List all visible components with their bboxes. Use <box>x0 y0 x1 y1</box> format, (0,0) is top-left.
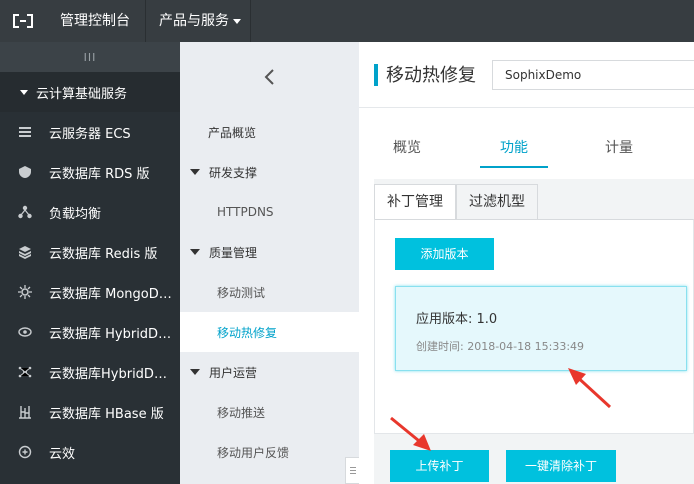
sidebar-item-label: 云数据库 Redis 版 <box>49 246 158 262</box>
subnav-group-label: 研发支撑 <box>209 165 258 180</box>
main-content: 移动热修复 SophixDemo 概览 功能 计量 补丁管理 过滤机型 添加版本… <box>359 42 694 484</box>
subnav-group-dev-support[interactable]: 研发支撑 <box>180 152 359 192</box>
sidebar-item-label: 云服务器 ECS <box>49 126 131 142</box>
sidebar-item-label: 负载均衡 <box>49 206 102 222</box>
caret-down-icon <box>20 89 28 95</box>
title-bar: 移动热修复 SophixDemo <box>359 42 694 108</box>
sidebar: III 云计算基础服务 云服务器 ECS 云数据库 RDS 版 负载均衡 云数据… <box>0 42 180 484</box>
top-bar: 管理控制台 产品与服务 <box>0 0 694 42</box>
sidebar-item-slb[interactable]: 负载均衡 <box>0 192 180 232</box>
sidebar-item-hbase[interactable]: 云数据库 HBase 版 <box>0 392 180 432</box>
yunxiao-icon <box>17 444 33 460</box>
subnav-item-overview[interactable]: 产品概览 <box>180 112 359 152</box>
sidebar-item-label: 云效 <box>49 446 76 462</box>
sidebar-item-label: 云数据库 HBase 版 <box>49 406 164 422</box>
hybriddb-network-icon <box>17 364 33 380</box>
subnav-item-hotfix[interactable]: 移动热修复 <box>180 312 359 352</box>
subnav-item-httpdns[interactable]: HTTPDNS <box>180 192 359 232</box>
tab-features[interactable]: 功能 <box>480 134 548 168</box>
subnav-group-operations[interactable]: 用户运营 <box>180 352 359 392</box>
sidebar-item-label: 云数据库 MongoDB ... <box>49 286 174 302</box>
tab-patch-management[interactable]: 补丁管理 <box>374 184 456 220</box>
load-balancer-icon <box>17 204 33 220</box>
sidebar-item-ecs[interactable]: 云服务器 ECS <box>0 112 180 152</box>
subnav-item-feedback[interactable]: 移动用户反馈 <box>180 432 359 472</box>
product-subnav: 产品概览 研发支撑 HTTPDNS 质量管理 移动测试 移动热修复 用户运营 移… <box>180 42 359 484</box>
tab-filter-models[interactable]: 过滤机型 <box>456 184 538 220</box>
chevron-down-icon <box>233 18 241 24</box>
feature-panel: 补丁管理 过滤机型 添加版本 应用版本: 1.0 创建时间: 2018-04-1… <box>374 179 694 484</box>
function-tabs: 概览 功能 计量 <box>359 134 694 168</box>
mongodb-icon <box>17 284 33 300</box>
sidebar-item-mongodb[interactable]: 云数据库 MongoDB ... <box>0 272 180 312</box>
add-version-button[interactable]: 添加版本 <box>395 238 494 270</box>
caret-down-icon <box>190 169 200 175</box>
database-icon <box>17 164 33 180</box>
chevron-left-icon[interactable] <box>180 42 359 112</box>
sidebar-item-redis[interactable]: 云数据库 Redis 版 <box>0 232 180 272</box>
version-label: 应用版本: 1.0 <box>416 312 498 327</box>
clear-patches-button[interactable]: 一键清除补丁 <box>506 450 616 482</box>
tab-overview[interactable]: 概览 <box>379 134 435 168</box>
sidebar-item-hybriddb-2[interactable]: 云数据库HybridDB f... <box>0 352 180 392</box>
sidebar-section-label: 云计算基础服务 <box>36 86 128 102</box>
sidebar-item-rds[interactable]: 云数据库 RDS 版 <box>0 152 180 192</box>
sidebar-item-hybriddb[interactable]: 云数据库 HybridDB f... <box>0 312 180 352</box>
upload-patch-button[interactable]: 上传补丁 <box>390 450 489 482</box>
aliyun-logo-icon[interactable] <box>0 0 46 42</box>
hbase-icon <box>17 404 33 420</box>
products-services-menu[interactable]: 产品与服务 <box>145 0 251 42</box>
created-time-label: 创建时间: 2018-04-18 15:33:49 <box>416 340 585 353</box>
console-link[interactable]: 管理控制台 <box>48 0 142 42</box>
caret-down-icon <box>190 369 200 375</box>
subnav-group-label: 质量管理 <box>209 245 258 260</box>
subnav-item-mobile-testing[interactable]: 移动测试 <box>180 272 359 312</box>
app-select[interactable]: SophixDemo <box>492 60 694 90</box>
sidebar-section-header[interactable]: 云计算基础服务 <box>0 72 180 112</box>
page-title: 移动热修复 <box>386 65 476 86</box>
hybriddb-icon <box>17 324 33 340</box>
subnav-group-quality[interactable]: 质量管理 <box>180 232 359 272</box>
subnav-group-label: 用户运营 <box>209 365 258 380</box>
sidebar-item-label: 云数据库 RDS 版 <box>49 166 150 182</box>
products-menu-label: 产品与服务 <box>159 13 229 29</box>
server-icon <box>17 124 33 140</box>
redis-icon <box>17 244 33 260</box>
drag-handle-icon[interactable] <box>345 457 359 484</box>
sidebar-toggle[interactable]: III <box>0 42 180 72</box>
title-accent-bar <box>374 64 378 86</box>
sidebar-item-label: 云数据库HybridDB f... <box>49 366 174 382</box>
version-card[interactable]: 应用版本: 1.0 创建时间: 2018-04-18 15:33:49 <box>395 286 687 371</box>
subnav-item-push[interactable]: 移动推送 <box>180 392 359 432</box>
sidebar-item-yunxiao[interactable]: 云效 <box>0 432 180 472</box>
tab-metering[interactable]: 计量 <box>591 134 647 168</box>
patch-content: 添加版本 应用版本: 1.0 创建时间: 2018-04-18 15:33:49 <box>374 219 694 434</box>
sidebar-item-label: 云数据库 HybridDB f... <box>49 326 174 342</box>
caret-down-icon <box>190 249 200 255</box>
